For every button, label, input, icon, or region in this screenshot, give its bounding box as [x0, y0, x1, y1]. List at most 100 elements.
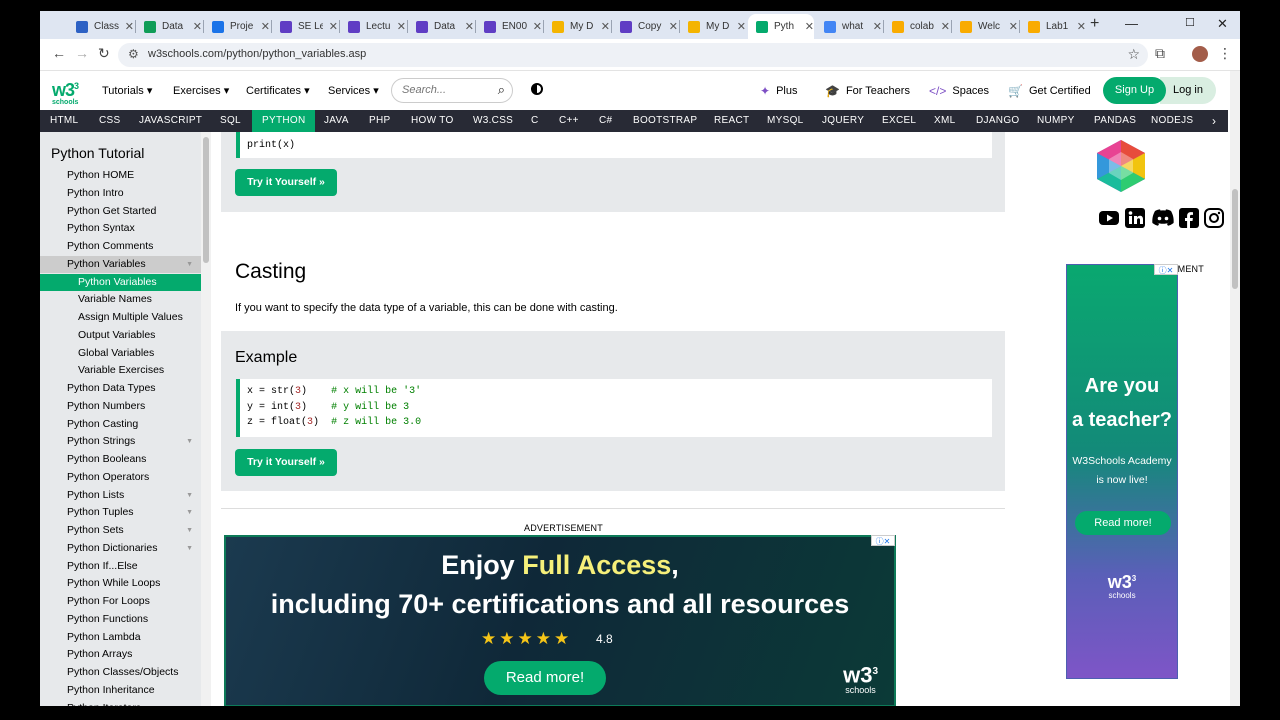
menu-certificates[interactable]: Certificates ▾	[246, 84, 310, 97]
topic-nodejs[interactable]: NODEJS	[1151, 110, 1193, 132]
minimize-icon[interactable]: —	[1125, 16, 1138, 31]
tab-close-icon[interactable]: ✕	[669, 20, 678, 33]
tab-close-icon[interactable]: ✕	[261, 20, 270, 33]
topic-bootstrap[interactable]: BOOTSTRAP	[633, 110, 697, 132]
sidebar-item[interactable]: Python Sets ▼	[67, 522, 201, 539]
tab-close-icon[interactable]: ✕	[941, 20, 950, 33]
browser-tab[interactable]: Data ✕	[408, 14, 474, 39]
back-icon[interactable]: ←	[52, 45, 66, 61]
sidebar-item[interactable]: Python Comments	[67, 238, 201, 255]
sidebar-item[interactable]: Python Lambda	[67, 629, 201, 646]
topic-sql[interactable]: SQL	[220, 110, 241, 132]
browser-tab[interactable]: Copy ✕	[612, 14, 678, 39]
facebook-icon[interactable]	[1179, 208, 1199, 228]
try-it-yourself-button[interactable]: Try it Yourself »	[235, 169, 337, 196]
topic-mysql[interactable]: MYSQL	[767, 110, 804, 132]
topic-w3-css[interactable]: W3.CSS	[473, 110, 513, 132]
sidebar-item[interactable]: Assign Multiple Values	[78, 309, 201, 326]
plus-link[interactable]: ✦ Plus	[760, 84, 797, 98]
browser-tab[interactable]: Lectu ✕	[340, 14, 406, 39]
ad-close-icon[interactable]: ⓘ✕	[1154, 264, 1178, 275]
youtube-icon[interactable]	[1099, 208, 1119, 228]
browser-tab[interactable]: Pyth ✕	[748, 14, 814, 39]
sidebar-item[interactable]: Python Variables	[40, 273, 201, 291]
topic-excel[interactable]: EXCEL	[882, 110, 916, 132]
sidebar-item[interactable]: Python Tuples ▼	[67, 504, 201, 521]
forward-icon[interactable]: →	[75, 45, 89, 61]
dark-mode-toggle-icon[interactable]	[531, 83, 543, 95]
caret-down-icon[interactable]: ▼	[186, 433, 193, 450]
browser-tab[interactable]: SE Le ✕	[272, 14, 338, 39]
sidebar-item[interactable]: Python Classes/Objects	[67, 664, 201, 681]
sidebar-item[interactable]: Output Variables	[78, 327, 201, 344]
topic-django[interactable]: DJANGO	[976, 110, 1019, 132]
topic-php[interactable]: PHP	[369, 110, 390, 132]
profile-avatar[interactable]	[1192, 46, 1208, 62]
tab-close-icon[interactable]: ✕	[533, 20, 542, 33]
ad-read-more-button[interactable]: Read more!	[1075, 511, 1171, 535]
get-certified-link[interactable]: 🛒 Get Certified	[1008, 84, 1091, 98]
sidebar-item[interactable]: Python Get Started	[67, 203, 201, 220]
bookmark-star-icon[interactable]: ☆	[1127, 46, 1140, 63]
tab-close-icon[interactable]: ✕	[737, 20, 746, 33]
reload-icon[interactable]: ↻	[98, 45, 110, 62]
topic-react[interactable]: REACT	[714, 110, 749, 132]
topic-javascript[interactable]: JAVASCRIPT	[139, 110, 202, 132]
sidebar-item[interactable]: Python Lists ▼	[67, 487, 201, 504]
sidebar-item[interactable]: Python Casting	[67, 416, 201, 433]
topic-c-[interactable]: C#	[599, 110, 612, 132]
spaces-link[interactable]: </> Spaces	[929, 84, 989, 98]
topic-css[interactable]: CSS	[99, 110, 120, 132]
menu-exercises[interactable]: Exercises ▾	[173, 84, 229, 97]
sidebar-item[interactable]: Python Arrays	[67, 646, 201, 663]
search-icon[interactable]: ⌕	[498, 82, 505, 98]
search-input[interactable]	[402, 84, 487, 96]
url-bar[interactable]: ⚙ w3schools.com/python/python_variables.…	[118, 43, 1148, 67]
discord-icon[interactable]	[1151, 208, 1175, 228]
topic-numpy[interactable]: NUMPY	[1037, 110, 1075, 132]
browser-tab[interactable]: Data ✕	[136, 14, 202, 39]
browser-tab[interactable]: what ✕	[816, 14, 882, 39]
sidebar-item[interactable]: Python Inheritance	[67, 682, 201, 699]
topic-html[interactable]: HTML	[50, 110, 78, 132]
sidebar-item[interactable]: Python Dictionaries ▼	[67, 540, 201, 557]
maximize-icon[interactable]: ☐	[1185, 16, 1195, 29]
tab-close-icon[interactable]: ✕	[193, 20, 202, 33]
page-scrollbar[interactable]	[1230, 71, 1240, 706]
sidebar-scrollbar-thumb[interactable]	[203, 137, 209, 263]
topic-c[interactable]: C	[531, 110, 539, 132]
tab-close-icon[interactable]: ✕	[805, 20, 814, 33]
sidebar-item[interactable]: Python HOME	[67, 167, 201, 184]
menu-tutorials[interactable]: Tutorials ▾	[102, 84, 152, 97]
sidebar-item[interactable]: Python While Loops	[67, 575, 201, 592]
topic-jquery[interactable]: JQUERY	[822, 110, 864, 132]
close-window-icon[interactable]: ✕	[1217, 16, 1228, 32]
caret-down-icon[interactable]: ▼	[186, 487, 193, 504]
try-it-yourself-button[interactable]: Try it Yourself »	[235, 449, 337, 476]
sidebar-item[interactable]: Python Variables ▼	[40, 255, 201, 273]
new-tab-button[interactable]: +	[1090, 15, 1099, 33]
tab-close-icon[interactable]: ✕	[873, 20, 882, 33]
tab-close-icon[interactable]: ✕	[329, 20, 338, 33]
topic-how-to[interactable]: HOW TO	[411, 110, 454, 132]
for-teachers-link[interactable]: 🎓 For Teachers	[825, 84, 910, 98]
sidebar-item[interactable]: Python For Loops	[67, 593, 201, 610]
teacher-ad-banner[interactable]: Are you a teacher? W3Schools Academy is …	[1066, 264, 1178, 679]
caret-down-icon[interactable]: ▼	[186, 522, 193, 539]
caret-down-icon[interactable]: ▼	[186, 256, 193, 273]
sidebar-item[interactable]: Python Syntax	[67, 220, 201, 237]
ad-close-icon[interactable]: ⓘ✕	[871, 535, 895, 546]
sidebar-item[interactable]: Python Intro	[67, 185, 201, 202]
page-scrollbar-thumb[interactable]	[1232, 189, 1238, 289]
sidebar-item[interactable]: Python Data Types	[67, 380, 201, 397]
tab-close-icon[interactable]: ✕	[465, 20, 474, 33]
ad-read-more-button[interactable]: Read more!	[484, 661, 606, 695]
tab-close-icon[interactable]: ✕	[601, 20, 610, 33]
caret-down-icon[interactable]: ▼	[186, 540, 193, 557]
w3schools-logo[interactable]: w33 schools	[52, 77, 82, 106]
topic-c-[interactable]: C++	[559, 110, 579, 132]
sidebar-item[interactable]: Python Functions	[67, 611, 201, 628]
sidebar-item[interactable]: Variable Exercises	[78, 362, 201, 379]
browser-tab[interactable]: My D ✕	[680, 14, 746, 39]
caret-down-icon[interactable]: ▼	[186, 504, 193, 521]
